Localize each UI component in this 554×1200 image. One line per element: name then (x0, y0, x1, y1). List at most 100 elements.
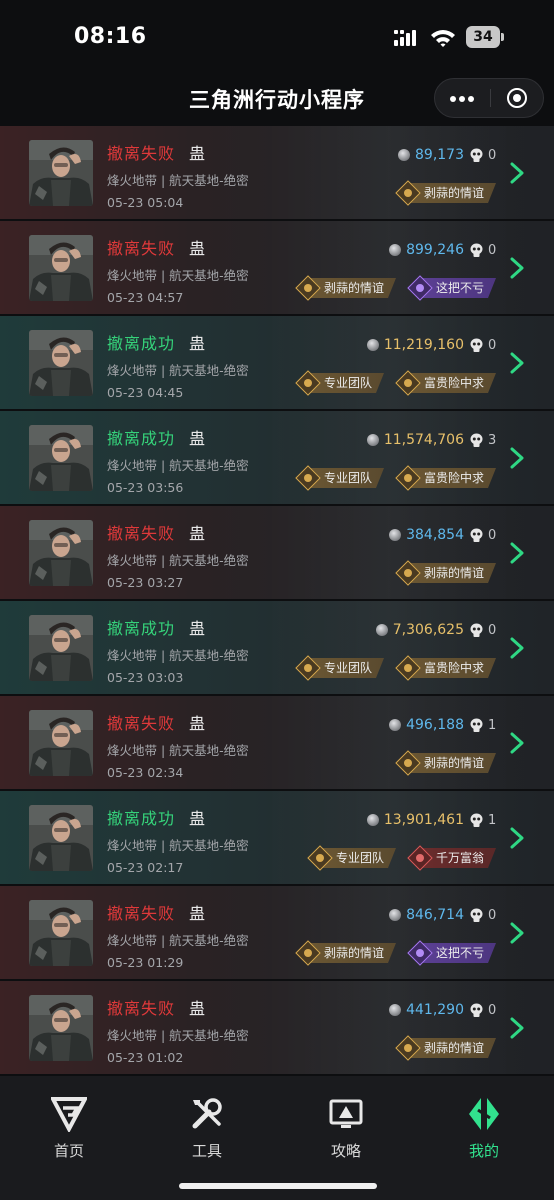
badge-list: 专业团队 千万富翁 (296, 845, 496, 871)
match-time: 05-23 03:27 (107, 575, 184, 590)
extraction-result: 撤离失败 (107, 714, 176, 733)
map-mode: 烽火地带 | 航天基地-绝密 (107, 933, 249, 948)
badge-diamond-icon (395, 180, 421, 206)
operator-avatar (29, 235, 93, 301)
status-bar: 08:16 34 (0, 0, 554, 74)
match-time: 05-23 04:45 (107, 385, 184, 400)
badge-diamond-icon (395, 1035, 421, 1061)
mini-program-capsule (434, 78, 544, 118)
tab-home[interactable]: 首页 (24, 1096, 114, 1166)
loot-value: 11,574,706 (383, 432, 464, 448)
map-mode: 烽火地带 | 航天基地-绝密 (107, 1028, 249, 1043)
coin-icon (389, 529, 402, 541)
skull-icon (470, 243, 483, 257)
map-mode: 烽火地带 | 航天基地-绝密 (107, 648, 249, 663)
badge-diamond-icon (395, 370, 421, 396)
badge-list: 专业团队 富贵险中求 (284, 655, 496, 681)
badge-label: 富贵险中求 (408, 468, 496, 488)
player-name: 蛊 (189, 809, 206, 828)
match-record-row[interactable]: 撤离失败 蛊 烽火地带 | 航天基地-绝密 05-23 05:04 89,173… (0, 126, 554, 219)
extraction-result: 撤离失败 (107, 524, 176, 543)
extraction-result: 撤离失败 (107, 239, 176, 258)
coin-icon (366, 434, 379, 446)
skull-icon (470, 908, 483, 922)
match-record-row[interactable]: 撤离失败 蛊 烽火地带 | 航天基地-绝密 05-23 03:27 384,85… (0, 506, 554, 599)
map-mode: 烽火地带 | 航天基地-绝密 (107, 838, 249, 853)
record-badge: 千万富翁 (407, 845, 496, 871)
badge-diamond-icon (295, 655, 321, 681)
badge-diamond-icon (395, 655, 421, 681)
home-logo-icon (51, 1097, 87, 1132)
record-badge: 剥蒜的情谊 (395, 560, 496, 586)
badge-label: 剥蒜的情谊 (308, 278, 396, 298)
badge-diamond-icon (395, 560, 421, 586)
match-record-row[interactable]: 撤离成功 蛊 烽火地带 | 航天基地-绝密 05-23 04:45 11,219… (0, 316, 554, 409)
coin-icon (389, 244, 402, 256)
loot-value-group: 7,306,625 0 (375, 621, 496, 639)
operator-avatar (29, 900, 93, 966)
more-options-button[interactable] (435, 79, 490, 117)
operator-avatar (29, 140, 93, 206)
wifi-icon (431, 30, 455, 47)
map-mode: 烽火地带 | 航天基地-绝密 (107, 173, 249, 188)
record-badge: 剥蒜的情谊 (395, 180, 496, 206)
close-mini-program-button[interactable] (491, 79, 544, 117)
match-record-row[interactable]: 撤离失败 蛊 烽火地带 | 航天基地-绝密 05-23 02:34 496,18… (0, 696, 554, 789)
tab-guide[interactable]: 攻略 (301, 1096, 391, 1166)
badge-diamond-icon (407, 275, 433, 301)
extraction-result: 撤离失败 (107, 904, 176, 923)
tab-tools-label: 工具 (191, 1142, 222, 1160)
record-badge: 这把不亏 (407, 940, 496, 966)
loot-value: 496,188 (406, 717, 464, 733)
player-name: 蛊 (189, 714, 206, 733)
player-name: 蛊 (189, 239, 206, 258)
chevron-right-icon (510, 542, 524, 564)
loot-value: 384,854 (406, 527, 464, 543)
skull-icon (470, 813, 483, 827)
record-badge: 剥蒜的情谊 (295, 940, 396, 966)
record-badge: 专业团队 (295, 655, 384, 681)
loot-value: 899,246 (406, 242, 464, 258)
player-name: 蛊 (189, 144, 206, 163)
kill-count: 0 (488, 1002, 497, 1018)
loot-value: 89,173 (415, 147, 464, 163)
chevron-right-icon (510, 637, 524, 659)
badge-list: 剥蒜的情谊 (384, 180, 496, 206)
map-mode: 烽火地带 | 航天基地-绝密 (107, 363, 249, 378)
map-mode: 烽火地带 | 航天基地-绝密 (107, 458, 249, 473)
badge-label: 剥蒜的情谊 (408, 1038, 496, 1058)
badge-list: 剥蒜的情谊 (384, 1035, 496, 1061)
match-record-row[interactable]: 撤离成功 蛊 烽火地带 | 航天基地-绝密 05-23 03:56 11,574… (0, 411, 554, 504)
chevron-right-icon (510, 162, 524, 184)
tab-tools[interactable]: 工具 (162, 1096, 252, 1166)
extraction-result: 撤离成功 (107, 429, 176, 448)
skull-icon (470, 148, 483, 162)
match-record-row[interactable]: 撤离失败 蛊 烽火地带 | 航天基地-绝密 05-23 01:29 846,71… (0, 886, 554, 979)
chevron-right-icon (510, 257, 524, 279)
coin-icon (398, 149, 410, 161)
kill-count: 0 (488, 242, 497, 258)
loot-value-group: 899,246 0 (389, 241, 496, 259)
match-record-row[interactable]: 撤离成功 蛊 烽火地带 | 航天基地-绝密 05-23 02:17 13,901… (0, 791, 554, 884)
match-time: 05-23 04:57 (107, 290, 184, 305)
loot-value: 11,219,160 (383, 337, 464, 353)
home-indicator[interactable] (179, 1183, 377, 1189)
skull-icon (470, 528, 483, 542)
battery-icon: 34 (466, 26, 504, 48)
player-name: 蛊 (189, 334, 206, 353)
kill-count: 0 (488, 147, 497, 163)
badge-label: 剥蒜的情谊 (408, 563, 496, 583)
tab-mine[interactable]: 我的 (439, 1096, 529, 1166)
mini-program-nav-bar: 三角洲行动小程序 (0, 74, 554, 124)
coin-icon (366, 814, 379, 826)
tools-icon (192, 1098, 222, 1129)
record-badge: 专业团队 (295, 370, 384, 396)
record-badge: 剥蒜的情谊 (395, 750, 496, 776)
match-record-row[interactable]: 撤离成功 蛊 烽火地带 | 航天基地-绝密 05-23 03:03 7,306,… (0, 601, 554, 694)
badge-label: 剥蒜的情谊 (308, 943, 396, 963)
match-record-row[interactable]: 撤离失败 蛊 烽火地带 | 航天基地-绝密 05-23 04:57 899,24… (0, 221, 554, 314)
match-record-row[interactable]: 撤离失败 蛊 烽火地带 | 航天基地-绝密 05-23 01:02 441,29… (0, 981, 554, 1074)
coin-icon (366, 339, 379, 351)
badge-list: 专业团队 富贵险中求 (284, 465, 496, 491)
match-time: 05-23 02:17 (107, 860, 184, 875)
